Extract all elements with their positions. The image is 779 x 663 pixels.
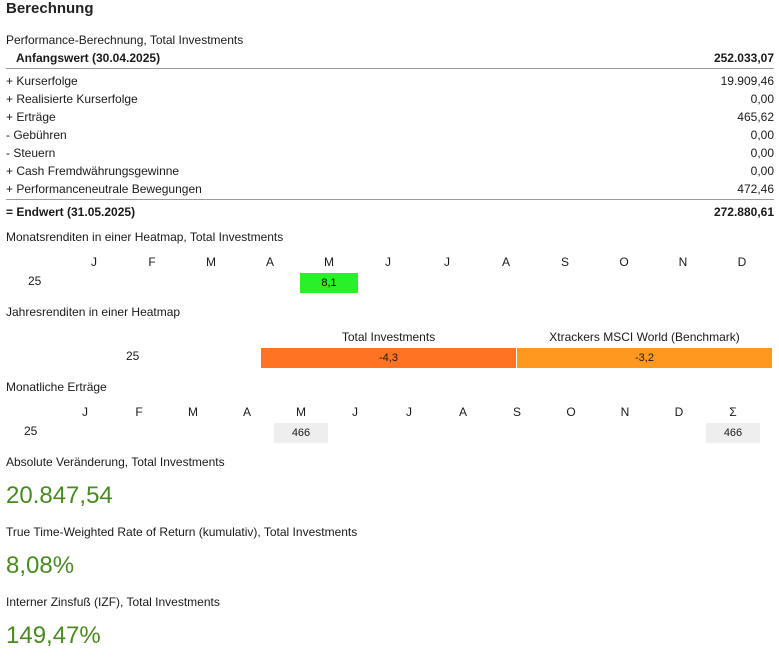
monthly-income-heading: Monatliche Erträge (6, 380, 107, 394)
month-header: M (296, 405, 306, 419)
performance-row: + Realisierte Kurserfolge 0,00 (6, 90, 774, 108)
start-value-row: Anfangswert (30.04.2025) 252.033,07 (6, 49, 774, 67)
performance-row: + Erträge 465,62 (6, 108, 774, 126)
monthly-heatmap-heading: Monatsrenditen in einer Heatmap, Total I… (6, 230, 284, 244)
performance-row: - Gebühren 0,00 (6, 126, 774, 144)
performance-row-label: + Performanceneutrale Bewegungen (6, 182, 202, 196)
yearly-heatmap-col-benchmark: Xtrackers MSCI World (Benchmark) (549, 330, 740, 344)
month-header: S (512, 405, 521, 419)
month-header: J (82, 405, 88, 419)
performance-row-label: + Cash Fremdwährungsgewinne (6, 164, 180, 178)
ttwror-heading: True Time-Weighted Rate of Return (kumul… (6, 525, 358, 539)
yearly-heatmap-heading: Jahresrenditen in einer Heatmap (6, 305, 181, 319)
month-header: A (242, 405, 251, 419)
performance-row-value: 0,00 (750, 164, 774, 178)
divider (6, 68, 774, 69)
month-header: F (135, 405, 143, 419)
performance-row-label: - Gebühren (6, 128, 67, 142)
month-header: A (501, 255, 510, 269)
performance-row-label: - Steuern (6, 146, 56, 160)
month-header: J (385, 255, 391, 269)
performance-row: - Steuern 0,00 (6, 144, 774, 162)
income-cell-sum: 466 (706, 423, 760, 443)
month-header: A (265, 255, 274, 269)
month-header: J (444, 255, 450, 269)
month-header: N (678, 255, 688, 269)
performance-row: + Performanceneutrale Bewegungen 472,46 (6, 180, 774, 198)
ttwror-value: 8,08% (6, 552, 75, 579)
month-header: N (620, 405, 630, 419)
month-header: J (91, 255, 97, 269)
performance-row-label: + Kurserfolge (6, 74, 78, 88)
performance-heading: Performance-Berechnung, Total Investment… (6, 33, 244, 47)
month-header: O (619, 255, 629, 269)
divider (6, 199, 774, 200)
month-header: J (352, 405, 358, 419)
performance-row: + Cash Fremdwährungsgewinne 0,00 (6, 162, 774, 180)
performance-row-value: 0,00 (750, 92, 774, 106)
absolute-change-value: 20.847,54 (6, 482, 113, 509)
end-value-label: = Endwert (31.05.2025) (6, 205, 136, 219)
monthly-income-month-header: JFMAMJJASONDΣ (0, 405, 779, 421)
month-header: J (406, 405, 412, 419)
yearly-cell-benchmark: -3,2 (517, 348, 772, 368)
performance-row-value: 19.909,46 (720, 74, 774, 88)
performance-row-value: 0,00 (750, 146, 774, 160)
performance-row-value: 465,62 (737, 110, 774, 124)
month-header: O (566, 405, 576, 419)
yearly-cell-total: -4,3 (261, 348, 516, 368)
month-header: M (206, 255, 216, 269)
month-header: Σ (729, 405, 737, 419)
start-value: 252.033,07 (713, 51, 774, 65)
yearly-heatmap-year: 25 (126, 349, 140, 363)
irr-value: 149,47% (6, 622, 101, 649)
month-header: F (148, 255, 156, 269)
month-header: D (674, 405, 684, 419)
start-value-label: Anfangswert (30.04.2025) (16, 51, 161, 65)
month-header: A (458, 405, 467, 419)
absolute-change-heading: Absolute Veränderung, Total Investments (6, 455, 225, 469)
end-value-row: = Endwert (31.05.2025) 272.880,61 (6, 203, 774, 221)
monthly-income-year: 25 (24, 424, 38, 438)
performance-row-label: + Realisierte Kurserfolge (6, 92, 138, 106)
performance-row-value: 0,00 (750, 128, 774, 142)
yearly-heatmap-col-total: Total Investments (341, 330, 436, 344)
monthly-heatmap-month-header: JFMAMJJASOND (0, 255, 779, 271)
income-cell-may: 466 (274, 423, 328, 443)
performance-row: + Kurserfolge 19.909,46 (6, 72, 774, 90)
page-title: Berechnung (6, 0, 94, 17)
monthly-heatmap-year: 25 (28, 274, 42, 288)
performance-row-value: 472,46 (737, 182, 774, 196)
month-header: D (737, 255, 747, 269)
end-value: 272.880,61 (713, 205, 774, 219)
month-header: M (188, 405, 198, 419)
performance-row-label: + Erträge (6, 110, 56, 124)
month-header: M (324, 255, 334, 269)
heatmap-cell-may: 8,1 (300, 273, 358, 293)
irr-heading: Interner Zinsfuß (IZF), Total Investment… (6, 595, 220, 609)
month-header: S (560, 255, 569, 269)
